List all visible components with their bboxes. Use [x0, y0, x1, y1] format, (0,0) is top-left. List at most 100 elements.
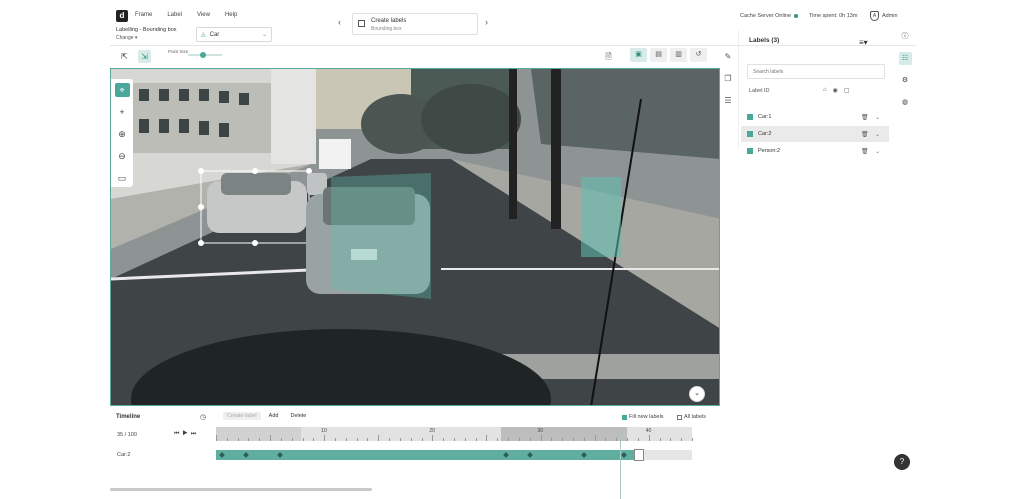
lock-icon[interactable]: ▢ — [844, 87, 850, 94]
ruler-tick — [670, 438, 672, 441]
timeline-panel: Timeline ◷ Create label Add Delete Fill … — [110, 410, 716, 470]
ruler-tick — [216, 435, 217, 441]
playback-controls[interactable]: ⏮▶⏭ — [174, 431, 199, 438]
layers-icon[interactable]: ❐ — [722, 74, 734, 86]
ruler-tick — [464, 438, 466, 441]
ruler-tick — [335, 438, 336, 441]
playhead[interactable] — [620, 434, 621, 499]
visibility-icon[interactable]: ◉ — [833, 87, 838, 94]
server-status-text: Cache Server Online — [740, 13, 792, 19]
inspector-icons: ✎ ❐ ☰ — [722, 52, 734, 108]
labels-panel: Labels (3) ≡▾ Label ID ⌂ ◉ ▢ Car:1 🗑 ⌄ C… — [738, 30, 889, 155]
delete-button[interactable]: Delete — [286, 412, 310, 420]
ruler-tick — [637, 438, 639, 441]
search-labels-input[interactable] — [747, 64, 885, 79]
label-item[interactable]: Person:2 🗑 ⌄ — [741, 143, 889, 159]
label-name: Person:2 — [758, 148, 781, 154]
zoom-in-icon[interactable]: ⊕ — [115, 127, 130, 141]
ruler-tick — [486, 435, 488, 441]
labeling-app: d Frame Label View Help Labelling - Boun… — [110, 8, 916, 499]
next-task-button[interactable]: › — [485, 17, 488, 27]
globe-icon[interactable]: ◍ — [899, 96, 912, 109]
ruler-tick — [508, 438, 510, 441]
trash-icon[interactable]: 🗑 — [861, 114, 869, 121]
attributes-icon[interactable]: ⚙ — [899, 74, 912, 87]
user-menu[interactable]: A Admin — [870, 11, 898, 21]
frame-counter: 35 / 100 — [117, 432, 137, 438]
edit-attributes-icon[interactable]: ✎ — [722, 52, 734, 64]
ruler-tick — [648, 435, 650, 441]
pointer-tool-icon[interactable]: ⌖ — [114, 83, 130, 97]
ruler-tick — [616, 438, 618, 441]
box-tool-button[interactable]: ⇲ — [138, 50, 151, 63]
task-checkbox-icon — [358, 20, 365, 27]
view-mode-tools: ▣ ▤ ▥ ↺ — [630, 48, 707, 62]
horizontal-scrollbar[interactable] — [110, 488, 372, 491]
view-grid-button[interactable]: ▥ — [670, 48, 687, 62]
ruler-tick — [237, 438, 239, 441]
ruler-tick — [248, 438, 250, 441]
trash-icon[interactable]: 🗑 — [861, 148, 869, 155]
label-item[interactable]: Car:1 🗑 ⌄ — [741, 109, 889, 125]
task-card[interactable]: Create labels Bounding box — [352, 13, 478, 35]
ruler-tick — [432, 435, 434, 441]
ruler-label: 10 — [321, 428, 327, 434]
checkbox-checked-icon — [622, 414, 627, 420]
add-image-icon[interactable]: 🗎 — [602, 50, 615, 63]
ruler-tick — [270, 435, 272, 441]
view-2d-button[interactable]: ▣ — [630, 48, 647, 62]
menu-view[interactable]: View — [197, 12, 210, 18]
view-image-button[interactable]: ▤ — [650, 48, 667, 62]
info-icon[interactable]: ⓘ — [899, 30, 912, 43]
change-mode-link[interactable]: Change ▾ — [116, 35, 137, 41]
ruler-tick — [475, 438, 477, 441]
chevron-down-icon[interactable]: ⌄ — [875, 131, 880, 138]
labels-list-icon[interactable]: ☷ — [898, 52, 912, 65]
labels-panel-title: Labels (3) — [749, 37, 780, 44]
scroll-down-button[interactable]: ⌄ — [689, 386, 705, 402]
menu-frame[interactable]: Frame — [135, 12, 152, 18]
add-button[interactable]: Add — [265, 412, 283, 420]
create-label-button[interactable]: Create label — [223, 412, 261, 420]
ruler-tick — [529, 438, 531, 441]
image-canvas[interactable]: ⌖ + ⊕ ⊖ ▭ ⌄ — [110, 68, 720, 406]
help-icon[interactable]: ? — [894, 454, 910, 470]
chevron-down-icon[interactable]: ⌄ — [875, 148, 880, 155]
ruler-label: 20 — [429, 428, 435, 434]
settings-sliders-icon[interactable]: ☰ — [722, 96, 734, 108]
user-name: Admin — [882, 13, 898, 19]
ruler-tick — [540, 435, 542, 441]
ruler-tick — [605, 438, 607, 441]
point-size-slider[interactable] — [188, 52, 222, 58]
task-subtitle: Bounding box — [371, 26, 402, 32]
ruler-tick — [324, 435, 326, 441]
label-item[interactable]: Car:2 🗑 ⌄ — [741, 126, 889, 142]
previous-task-button[interactable]: ‹ — [338, 17, 341, 27]
track-end-handle[interactable] — [634, 449, 644, 461]
ruler-tick — [367, 438, 369, 441]
menu-label[interactable]: Label — [167, 12, 182, 18]
ruler-tick — [518, 438, 520, 441]
all-labels-text: All labels — [684, 414, 707, 420]
ruler-tick — [583, 438, 585, 441]
fill-new-labels-toggle[interactable]: Fill new labels — [622, 414, 664, 420]
class-selector[interactable]: ◬ Car ⌄ — [196, 27, 272, 42]
history-icon[interactable]: ↺ — [690, 48, 707, 62]
comment-icon[interactable]: ▭ — [115, 171, 130, 185]
clock-icon[interactable]: ◷ — [200, 413, 206, 421]
ruler-tick — [259, 438, 261, 441]
slider-handle[interactable] — [200, 52, 206, 58]
select-tool-button[interactable]: ⇱ — [118, 50, 131, 63]
pan-tool-icon[interactable]: + — [115, 105, 130, 119]
trash-icon[interactable]: 🗑 — [861, 131, 869, 138]
all-labels-toggle[interactable]: All labels — [677, 414, 706, 420]
checkbox-icon — [677, 414, 682, 420]
sort-filter-icon[interactable]: ≡▾ — [859, 38, 868, 47]
menu-help[interactable]: Help — [225, 12, 237, 18]
ruler-tick — [421, 438, 423, 441]
chevron-down-icon[interactable]: ⌄ — [875, 114, 880, 121]
app-logo: d — [116, 10, 128, 22]
task-title: Create labels — [371, 18, 407, 24]
zoom-out-icon[interactable]: ⊖ — [115, 149, 130, 163]
tag-icon[interactable]: ⌂ — [823, 87, 827, 94]
